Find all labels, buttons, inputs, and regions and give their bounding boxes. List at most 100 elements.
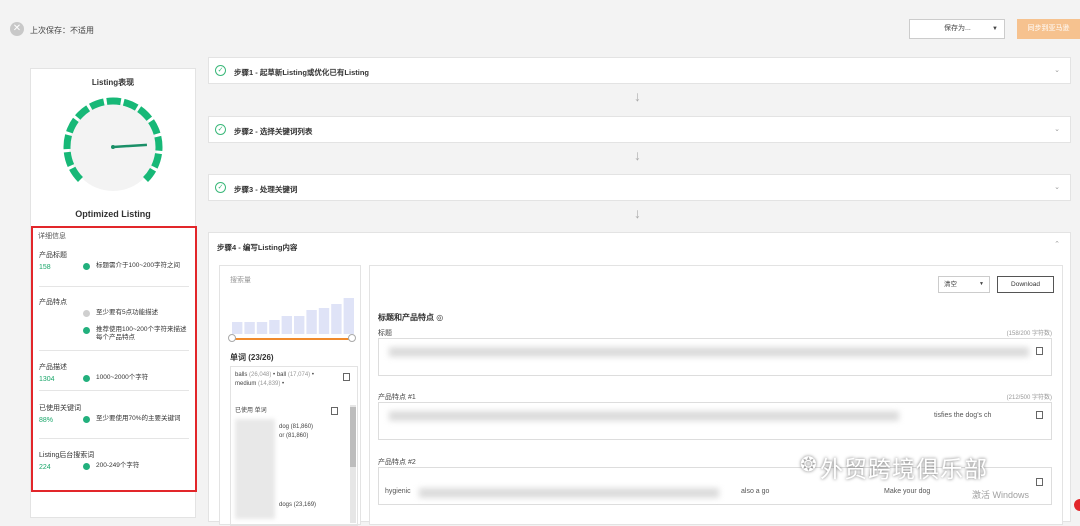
histogram-bar [256, 322, 268, 334]
pass-check-icon [83, 263, 90, 270]
check-circle-icon: ✓ [215, 124, 226, 135]
histogram-bar [343, 298, 354, 334]
histogram-bar [232, 322, 243, 334]
rule-text: 至少要使用70%的主要关键词 [96, 415, 181, 422]
top-bar: ✕ 上次保存：不适用 保存为... ▼ 同步到亚马逊 [0, 0, 1080, 60]
notification-dot [1074, 499, 1080, 511]
step-label: 步骤3 - 处理关键词 [234, 185, 298, 194]
histogram-bar [331, 304, 342, 334]
volume-range-slider[interactable] [232, 338, 352, 340]
keyword: ball [276, 372, 287, 378]
section-name: 已使用关键词 [39, 405, 81, 412]
used-keywords-label: 已使用 单词 [235, 408, 267, 414]
copy-icon[interactable] [343, 373, 350, 381]
used-keyword: or (81,860) [279, 433, 309, 439]
histogram-bar [294, 316, 305, 334]
download-button[interactable]: Download [997, 276, 1054, 293]
keyword-line: medium (14,839) • [235, 381, 285, 387]
histogram-bar [244, 322, 255, 334]
section-name: 产品标题 [39, 252, 67, 259]
histogram-bar [281, 316, 292, 334]
arrow-down-icon: ↓ [634, 205, 641, 221]
pass-check-icon [83, 375, 90, 382]
chevron-down-icon: ▼ [992, 26, 998, 32]
performance-gauge [63, 97, 163, 191]
copy-icon[interactable] [331, 407, 338, 415]
copy-icon[interactable] [1036, 347, 1043, 355]
rule-text: 至少要有5点功能描述 [96, 309, 159, 316]
keyword-list: balls (26,048) • ball (17,074) • medium … [230, 366, 358, 526]
divider [39, 350, 189, 351]
arrow-down-icon: ↓ [634, 147, 641, 163]
histogram-bar [306, 310, 317, 334]
listing-performance-panel: Listing表现 Optimized Listing 详细信息 产品标题 15… [30, 68, 197, 518]
save-as-dropdown[interactable]: 保存为... ▼ [909, 19, 1005, 39]
step-1-header[interactable]: ✓ 步骤1 - 起草新Listing或优化已有Listing ⌄ [208, 57, 1071, 84]
section-product-description: 产品描述 1304 1000~2000个字符 [39, 362, 189, 383]
step-label: 步骤2 - 选择关键词列表 [234, 127, 313, 136]
gauge-pivot [111, 145, 115, 149]
title-features-editor: 清空 ▼ Download 标题和产品特点 ◎ 标题 (158/200 字符数)… [369, 265, 1063, 525]
keyword-count-title: 单词 (23/26) [230, 353, 274, 362]
keyword-volume: (26,048) [249, 372, 272, 378]
blurred-text [389, 347, 1029, 357]
clear-dropdown[interactable]: 清空 ▼ [938, 276, 990, 293]
title-char-count: (158/200 字符数) [1006, 331, 1052, 337]
bullet-1-textarea[interactable]: tisfies the dog's ch [378, 402, 1052, 440]
bullet-2-label: 产品特点 #2 [378, 459, 416, 466]
check-circle-icon: ✓ [215, 65, 226, 76]
section-keywords-used: 已使用关键词 88% 至少要使用70%的主要关键词 [39, 403, 189, 424]
clear-dropdown-label: 清空 [944, 281, 957, 288]
rule-text: 1000~2000个字符 [96, 374, 149, 381]
title-field-label: 标题 [378, 330, 392, 337]
rule-text: 标题需介于100~200字符之间 [96, 262, 180, 269]
step-label: 步骤4 - 编写Listing内容 [217, 243, 298, 252]
bullet-1-text: tisfies the dog's ch [934, 412, 992, 419]
scrollbar-thumb[interactable] [350, 407, 356, 467]
blurred-text [389, 411, 899, 421]
title-textarea[interactable] [378, 338, 1052, 376]
keyword: balls [235, 372, 248, 378]
slider-handle-min[interactable] [228, 334, 236, 342]
bullet-2-text: hygienic [385, 488, 411, 495]
rule-text: 推荐使用100~200个字符来描述每个产品特点 [96, 326, 187, 341]
windows-activation-text: 激活 Windows [972, 490, 1030, 500]
panel-title: Listing表现 [91, 78, 135, 87]
chevron-up-icon[interactable]: ⌃ [1054, 240, 1060, 248]
bullet-1-char-count: (212/500 字符数) [1006, 395, 1052, 401]
bullet-2-text: Make your dog [884, 488, 931, 495]
chevron-down-icon: ⌄ [1054, 67, 1060, 74]
keyword-volume: (14,839) [258, 381, 281, 387]
section-backend-search-terms: Listing后台搜索词 224 200-249个字符 [39, 450, 189, 471]
histogram-bar [318, 308, 330, 334]
pending-icon [83, 310, 90, 317]
close-icon[interactable]: ✕ [10, 22, 24, 36]
copy-icon[interactable] [1036, 411, 1043, 419]
pass-check-icon [83, 416, 90, 423]
section-name: Listing后台搜索词 [39, 452, 95, 459]
keyword: medium [235, 381, 257, 387]
keyword-panel: 搜索量 单词 (23/26) balls (26,048) • ball (17… [219, 265, 361, 526]
copy-icon[interactable] [1036, 478, 1043, 486]
divider [39, 390, 189, 391]
section-product-title: 产品标题 158 标题需介于100~200字符之间 [39, 250, 189, 271]
divider [39, 438, 189, 439]
step-3-header[interactable]: ✓ 步骤3 - 处理关键词 ⌄ [208, 174, 1071, 201]
blurred-text [419, 488, 719, 498]
bullet-1-label: 产品特点 #1 [378, 394, 416, 401]
last-save-status: 上次保存：不适用 [30, 26, 94, 35]
search-volume-label: 搜索量 [230, 277, 251, 284]
step-label: 步骤1 - 起草新Listing或优化已有Listing [234, 68, 369, 77]
details-box: 详细信息 产品标题 158 标题需介于100~200字符之间 产品特点 至少要有… [31, 226, 197, 492]
arrow-down-icon: ↓ [634, 88, 641, 104]
slider-handle-max[interactable] [348, 334, 356, 342]
section-title: 标题和产品特点 ◎ [378, 313, 444, 322]
histogram-bar [269, 320, 280, 334]
keyword-volume: (17,074) [287, 372, 311, 378]
chevron-down-icon: ⌄ [1054, 184, 1060, 191]
wechat-icon: ❂ [800, 454, 817, 476]
step-2-header[interactable]: ✓ 步骤2 - 选择关键词列表 ⌄ [208, 116, 1071, 143]
save-as-label: 保存为... [944, 25, 971, 32]
details-heading: 详细信息 [38, 233, 66, 240]
sync-to-amazon-button[interactable]: 同步到亚马逊 [1017, 19, 1080, 39]
